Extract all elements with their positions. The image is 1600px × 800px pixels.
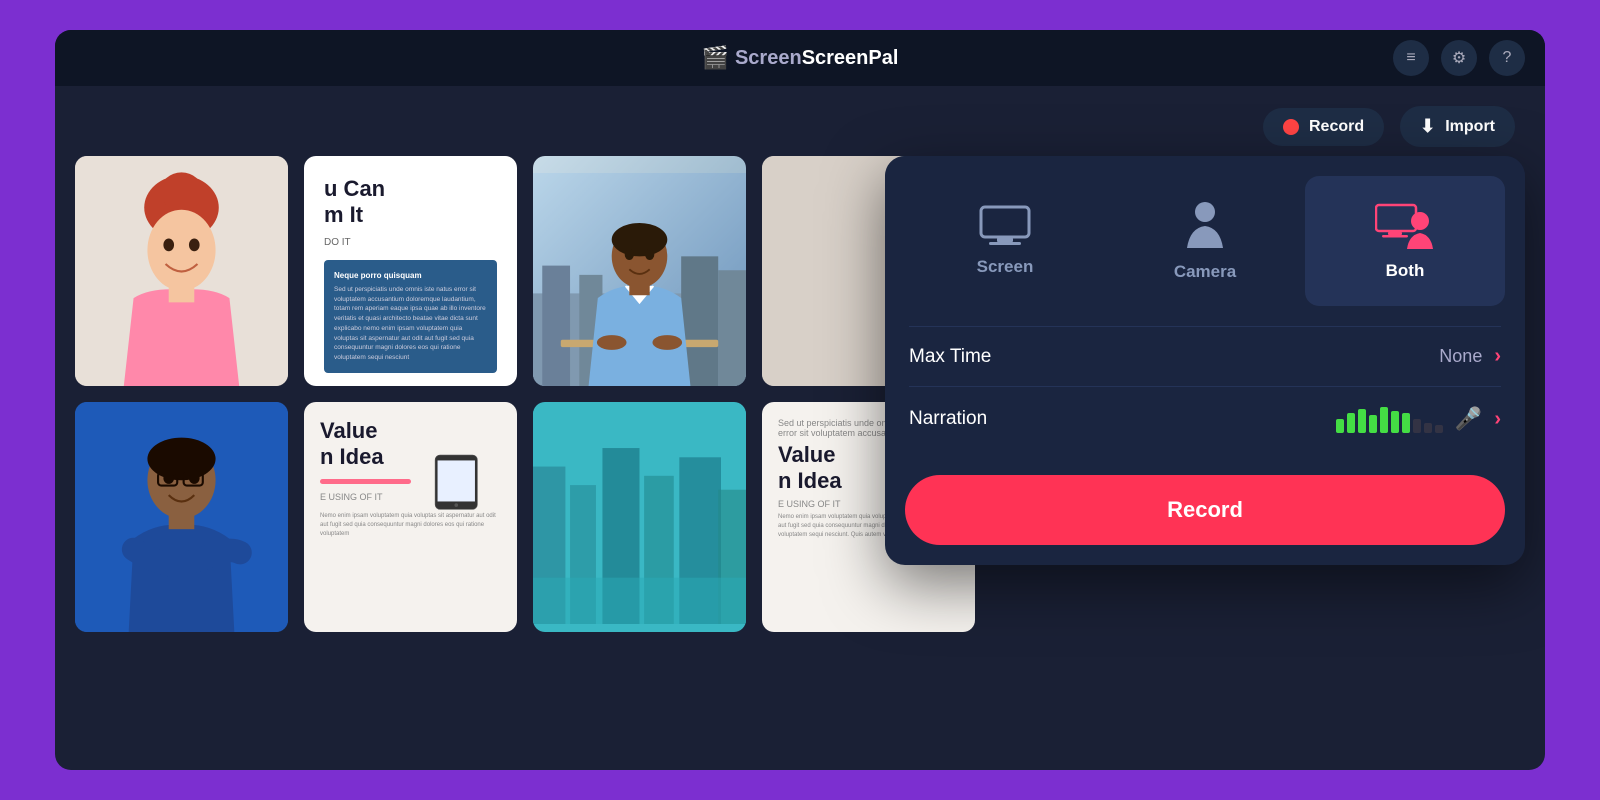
mode-camera-button[interactable]: Camera <box>1105 176 1305 306</box>
help-button[interactable]: ? <box>1489 40 1525 76</box>
card2-title: u Canm It <box>324 176 497 229</box>
app-window: 🎬 ScreenScreenPal ≡ ⚙ ? Record <box>55 30 1545 770</box>
gallery-item-3[interactable] <box>533 156 746 386</box>
audio-bar <box>1435 425 1443 433</box>
max-time-row: Max Time None › <box>909 326 1501 386</box>
max-time-label: Max Time <box>909 346 991 368</box>
record-main-button[interactable]: Record <box>905 475 1505 545</box>
gear-icon: ⚙ <box>1452 48 1466 68</box>
audio-bar <box>1380 407 1388 433</box>
help-icon: ? <box>1503 49 1512 67</box>
logo-icon: 🎬 <box>702 45 729 71</box>
narration-label: Narration <box>909 408 987 430</box>
audio-bar <box>1402 413 1410 433</box>
gallery-item-7[interactable] <box>533 402 746 632</box>
audio-bar <box>1413 419 1421 433</box>
narration-chevron[interactable]: › <box>1494 408 1501 431</box>
narration-controls: 🎤 › <box>1336 405 1501 433</box>
card6-lorem: Nemo enim ipsam voluptatem quia voluptas… <box>320 512 501 539</box>
person-female-svg <box>75 156 288 386</box>
mode-both-button[interactable]: Both <box>1305 176 1505 306</box>
person-male-svg <box>75 402 288 632</box>
both-icon <box>1375 201 1435 249</box>
app-logo: 🎬 ScreenScreenPal <box>702 45 899 71</box>
gallery-grid: u Canm It DO IT Neque porro quisquam Sed… <box>75 156 975 632</box>
microphone-icon[interactable]: 🎤 <box>1455 406 1482 432</box>
history-icon: ≡ <box>1406 49 1415 67</box>
card2-subtitle: DO IT <box>324 237 497 248</box>
mode-screen-label: Screen <box>977 257 1034 277</box>
recording-panel: Screen Camera <box>885 156 1525 565</box>
office-person-svg <box>533 173 746 386</box>
phone-svg <box>411 452 502 512</box>
titlebar-actions: ≡ ⚙ ? <box>1393 40 1525 76</box>
max-time-value: None <box>1439 346 1482 367</box>
narration-row: Narration 🎤 › <box>909 386 1501 451</box>
mode-both-label: Both <box>1386 261 1425 281</box>
audio-bar <box>1369 415 1377 433</box>
gallery-item-5[interactable] <box>75 402 288 632</box>
audio-bar <box>1358 409 1366 433</box>
audio-bar <box>1336 419 1344 433</box>
mode-camera-label: Camera <box>1174 262 1236 282</box>
main-content: Record ⬇ Import <box>55 86 1545 770</box>
audio-level-bars <box>1336 405 1443 433</box>
audio-bar <box>1424 423 1432 433</box>
history-button[interactable]: ≡ <box>1393 40 1429 76</box>
settings-section: Max Time None › Narration 🎤 › <box>885 326 1525 471</box>
gallery-item-2[interactable]: u Canm It DO IT Neque porro quisquam Sed… <box>304 156 517 386</box>
max-time-value-group: None › <box>1439 345 1501 368</box>
mode-screen-button[interactable]: Screen <box>905 176 1105 306</box>
gallery-item-6[interactable]: Valuen Idea E USING OF IT Nemo enim ipsa… <box>304 402 517 632</box>
audio-bar <box>1347 413 1355 433</box>
cityscape-svg <box>533 411 746 624</box>
record-main-label: Record <box>1167 497 1243 522</box>
camera-icon <box>1185 200 1225 250</box>
pink-bar <box>320 479 411 484</box>
settings-button[interactable]: ⚙ <box>1441 40 1477 76</box>
screen-icon <box>979 205 1031 245</box>
lorem-box: Neque porro quisquam Sed ut perspiciatis… <box>324 260 497 373</box>
app-title: ScreenScreenPal <box>735 47 898 70</box>
title-bar: 🎬 ScreenScreenPal ≡ ⚙ ? <box>55 30 1545 86</box>
mode-selector: Screen Camera <box>885 156 1525 326</box>
max-time-chevron[interactable]: › <box>1494 345 1501 368</box>
gallery-item-1[interactable] <box>75 156 288 386</box>
audio-bar <box>1391 411 1399 433</box>
